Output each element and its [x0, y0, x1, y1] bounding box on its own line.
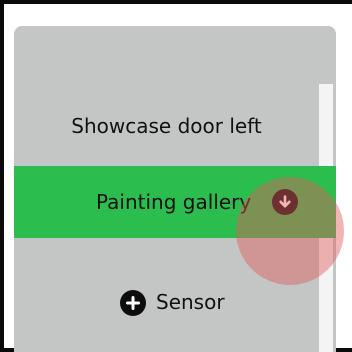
add-sensor-label: Sensor — [156, 290, 225, 314]
arrow-down-circle-icon[interactable] — [272, 189, 298, 215]
menu-item-label: Showcase door left — [71, 114, 262, 138]
plus-glyph — [126, 296, 140, 310]
add-sensor-button[interactable]: Sensor — [14, 282, 319, 326]
menu-item-showcase-door-left[interactable]: Showcase door left — [14, 104, 319, 148]
arrow-down-glyph — [279, 195, 291, 208]
plus-circle-icon — [120, 290, 146, 316]
menu-item-painting-gallery[interactable]: Painting gallery — [14, 166, 336, 238]
menu-item-label: Painting gallery — [96, 190, 252, 214]
